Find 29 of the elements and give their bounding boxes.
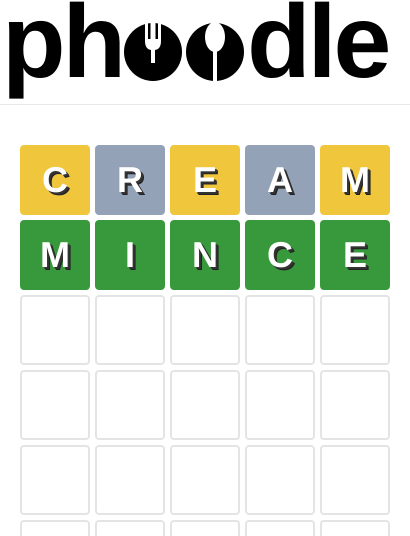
empty-tile [320,445,390,515]
spoon-icon [185,23,246,81]
letter-tile: M [320,145,390,215]
empty-tile [245,295,315,365]
letter-tile: I [95,220,165,290]
empty-tile [245,445,315,515]
letter-tile: R [95,145,165,215]
empty-tile [20,370,90,440]
empty-tile [95,370,165,440]
empty-tile [20,295,90,365]
empty-tile [320,295,390,365]
letter-tile: A [245,145,315,215]
letter-tile: E [170,145,240,215]
empty-tile [20,445,90,515]
letter-tile: N [170,220,240,290]
empty-tile [95,445,165,515]
empty-tile [95,295,165,365]
fork-icon [123,23,184,81]
empty-tile [245,370,315,440]
empty-tile [320,370,390,440]
letter-tile: C [245,220,315,290]
letter-tile: C [20,145,90,215]
logo-text: ph [2,0,124,102]
letter-tile: M [20,220,90,290]
empty-tile [170,445,240,515]
empty-tile [170,295,240,365]
empty-tile [170,370,240,440]
logo-text: dle [247,0,388,102]
letter-tile: E [320,220,390,290]
